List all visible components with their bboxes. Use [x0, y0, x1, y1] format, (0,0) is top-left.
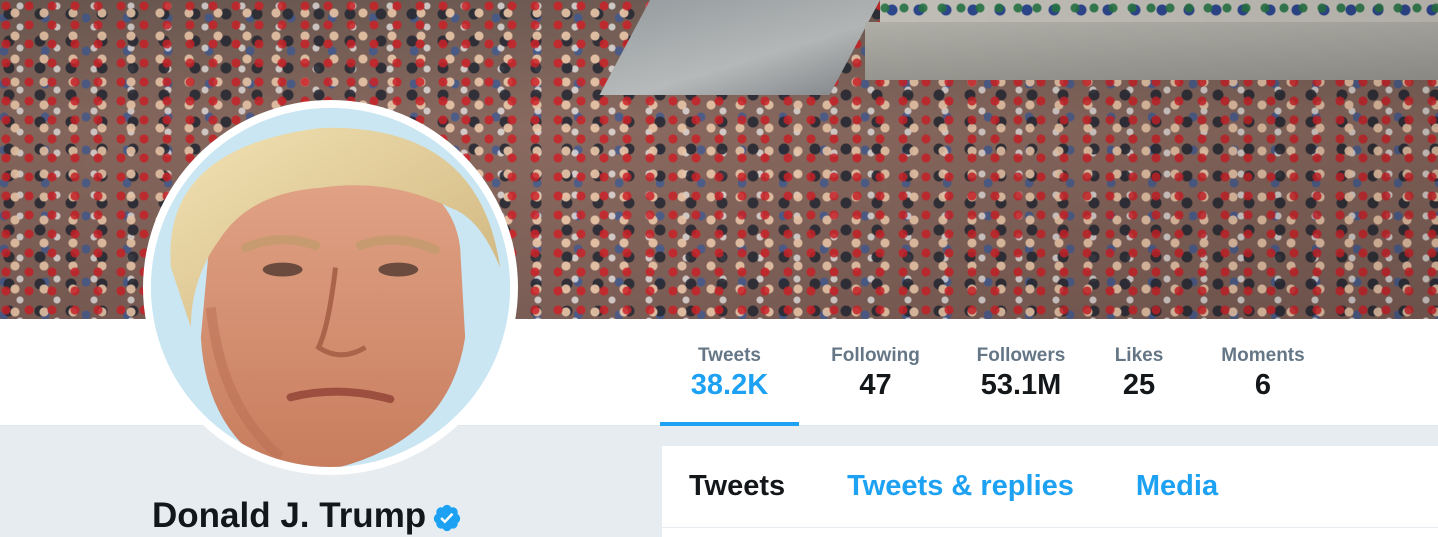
stat-value: 38.2K — [690, 369, 769, 401]
stat-label: Followers — [976, 345, 1066, 366]
tab-tweets-and-replies[interactable]: Tweets & replies — [847, 470, 1074, 503]
profile-header-card: Donald J. Trump — [152, 494, 462, 537]
stat-likes[interactable]: Likes 25 — [1109, 319, 1169, 426]
tab-media[interactable]: Media — [1136, 470, 1218, 503]
profile-avatar[interactable] — [143, 100, 518, 475]
stat-label: Likes — [1114, 345, 1164, 366]
stat-value: 6 — [1254, 369, 1272, 401]
profile-page: Tweets 38.2K Following 47 Followers 53.1… — [0, 0, 1438, 537]
stat-followers[interactable]: Followers 53.1M — [956, 319, 1086, 426]
profile-name[interactable]: Donald J. Trump — [152, 496, 426, 536]
stat-following[interactable]: Following 47 — [813, 319, 938, 426]
avatar-photo — [151, 108, 510, 467]
stat-tweets[interactable]: Tweets 38.2K — [660, 319, 799, 426]
tab-tweets[interactable]: Tweets — [689, 470, 785, 503]
avatar-portrait-icon — [151, 108, 510, 467]
stat-value: 47 — [859, 369, 892, 401]
stat-value: 53.1M — [980, 369, 1062, 401]
timeline: Tweets Tweets & replies Media — [662, 446, 1438, 537]
stat-label: Tweets — [697, 345, 761, 366]
timeline-tabs: Tweets Tweets & replies Media — [662, 446, 1438, 528]
verified-badge-icon — [432, 503, 462, 533]
stat-label: Following — [831, 345, 920, 366]
profile-stats: Tweets 38.2K Following 47 Followers 53.1… — [660, 319, 1318, 426]
stat-moments[interactable]: Moments 6 — [1208, 319, 1318, 426]
stat-value: 25 — [1122, 369, 1156, 401]
stat-label: Moments — [1221, 345, 1305, 366]
